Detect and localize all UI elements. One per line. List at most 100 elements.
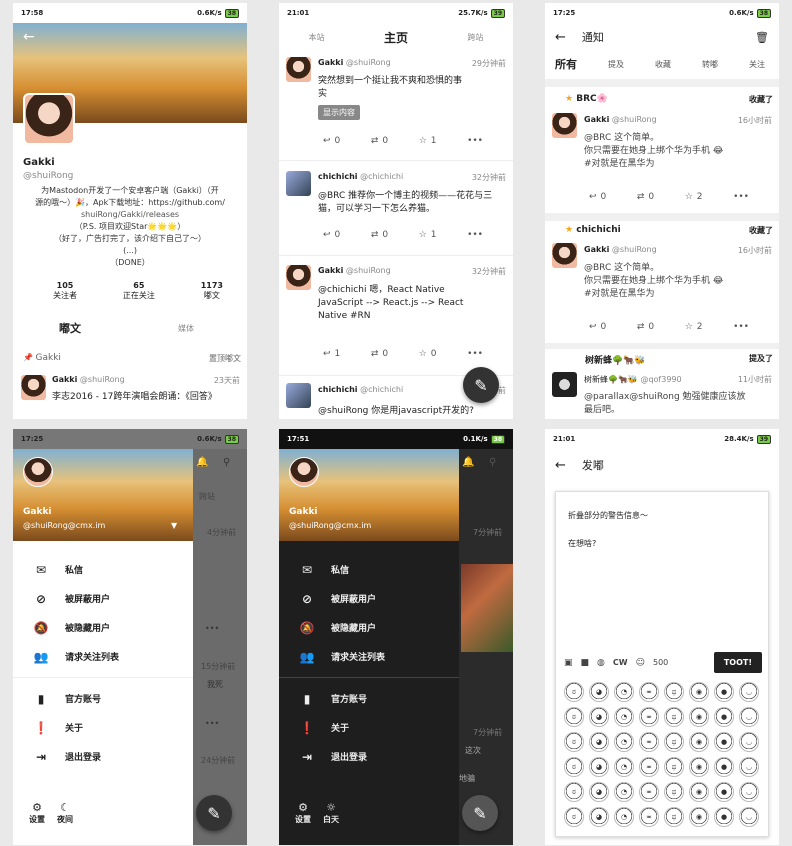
drawer-item-muted[interactable]: 🔕 被隐藏用户 bbox=[279, 613, 459, 642]
bio-line[interactable]: shuiRong/Gakki/releases bbox=[19, 209, 241, 221]
back-arrow-icon[interactable]: ← bbox=[555, 458, 566, 473]
sticker-emoji-icon[interactable]: ◉ bbox=[689, 732, 709, 752]
post-avatar[interactable] bbox=[552, 113, 577, 138]
favourite-button[interactable]: ☆ 1 bbox=[419, 136, 437, 146]
reply-button[interactable]: ↩ 0 bbox=[589, 192, 606, 202]
sticker-emoji-icon[interactable]: ◉ bbox=[689, 707, 709, 727]
sticker-emoji-icon[interactable]: ◔ bbox=[614, 757, 634, 777]
sticker-emoji-icon[interactable]: ◉ bbox=[689, 682, 709, 702]
sticker-emoji-icon[interactable]: ◕ bbox=[589, 682, 609, 702]
boost-button[interactable]: ⇄ 0 bbox=[371, 136, 388, 146]
sticker-emoji-icon[interactable]: ಥ bbox=[664, 757, 684, 777]
reply-button[interactable]: ↩ 1 bbox=[323, 349, 340, 359]
favourite-button[interactable]: ☆ 0 bbox=[419, 349, 437, 359]
tab-federated[interactable]: 跨站 bbox=[467, 32, 483, 43]
drawer-item-muted[interactable]: 🔕 被隐藏用户 bbox=[13, 613, 193, 642]
sticker-emoji-icon[interactable]: ◉ bbox=[689, 757, 709, 777]
drawer-item-follow-requests[interactable]: 👥 请求关注列表 bbox=[279, 642, 459, 671]
sticker-emoji-icon[interactable]: ● bbox=[714, 682, 734, 702]
settings-button[interactable]: ⚙ 设置 bbox=[295, 801, 311, 825]
drawer-item-follow-requests[interactable]: 👥 请求关注列表 bbox=[13, 642, 193, 671]
favourite-button[interactable]: ☆ 2 bbox=[685, 192, 703, 202]
sticker-emoji-icon[interactable]: ಠ bbox=[564, 682, 584, 702]
drawer-item-messages[interactable]: ✉ 私信 bbox=[279, 555, 459, 584]
sticker-emoji-icon[interactable]: ≖ bbox=[639, 782, 659, 802]
tab-home[interactable]: 主页 bbox=[384, 29, 408, 46]
sticker-emoji-icon[interactable]: ಥ bbox=[664, 707, 684, 727]
sticker-emoji-icon[interactable]: ಠ bbox=[564, 807, 584, 827]
show-content-button[interactable]: 显示内容 bbox=[318, 105, 360, 120]
sticker-emoji-icon[interactable]: ● bbox=[714, 707, 734, 727]
sticker-emoji-icon[interactable]: ◔ bbox=[614, 807, 634, 827]
sticker-emoji-icon[interactable]: ಥ bbox=[664, 682, 684, 702]
sticker-emoji-icon[interactable]: ≖ bbox=[639, 707, 659, 727]
boost-button[interactable]: ⇄ 0 bbox=[371, 349, 388, 359]
sticker-emoji-icon[interactable]: ಠ bbox=[564, 782, 584, 802]
sticker-emoji-icon[interactable]: ◉ bbox=[689, 782, 709, 802]
post-avatar[interactable] bbox=[286, 383, 311, 408]
settings-button[interactable]: ⚙ 设置 bbox=[29, 801, 45, 825]
sticker-emoji-icon[interactable]: ಠ bbox=[564, 757, 584, 777]
compose-input[interactable]: 在想啥? bbox=[568, 538, 596, 549]
sticker-emoji-icon[interactable]: ● bbox=[714, 807, 734, 827]
sticker-emoji-icon[interactable]: ◕ bbox=[589, 782, 609, 802]
compose-button[interactable]: ✎ bbox=[462, 795, 498, 831]
boost-button[interactable]: ⇄ 0 bbox=[637, 322, 654, 332]
tab-favourites[interactable]: 收藏 bbox=[655, 59, 671, 70]
reply-button[interactable]: ↩ 0 bbox=[323, 230, 340, 240]
more-icon[interactable]: ••• bbox=[467, 230, 483, 240]
sticker-emoji-icon[interactable]: ◔ bbox=[614, 782, 634, 802]
drawer-item-about[interactable]: ❗ 关于 bbox=[13, 713, 193, 742]
sticker-emoji-icon[interactable]: ● bbox=[714, 782, 734, 802]
sticker-emoji-icon[interactable]: ● bbox=[714, 732, 734, 752]
drawer-item-official[interactable]: ▮ 官方账号 bbox=[13, 684, 193, 713]
avatar[interactable] bbox=[23, 93, 75, 145]
sticker-emoji-icon[interactable]: ≖ bbox=[639, 732, 659, 752]
day-mode-button[interactable]: ☼ 白天 bbox=[323, 801, 339, 825]
toot-button[interactable]: TOOT! bbox=[713, 652, 762, 673]
more-icon[interactable]: ••• bbox=[467, 136, 483, 146]
reply-button[interactable]: ↩ 0 bbox=[589, 322, 606, 332]
drawer-item-logout[interactable]: ⇥ 退出登录 bbox=[279, 742, 459, 771]
avatar[interactable] bbox=[23, 457, 53, 487]
cw-toggle[interactable]: CW bbox=[613, 658, 628, 667]
sticker-emoji-icon[interactable]: ● bbox=[714, 757, 734, 777]
post-avatar[interactable] bbox=[286, 171, 311, 196]
compose-button[interactable]: ✎ bbox=[196, 795, 232, 831]
sticker-emoji-icon[interactable]: ◔ bbox=[614, 707, 634, 727]
image-icon[interactable]: ▣ bbox=[564, 658, 573, 668]
tab-local[interactable]: 本站 bbox=[309, 32, 325, 43]
sticker-emoji-icon[interactable]: ≖ bbox=[639, 682, 659, 702]
post-avatar[interactable] bbox=[286, 265, 311, 290]
more-icon[interactable]: ••• bbox=[733, 322, 749, 332]
tab-toots[interactable]: 嘟文 bbox=[59, 320, 81, 336]
post-avatar[interactable] bbox=[21, 375, 46, 400]
favourite-button[interactable]: ☆ 2 bbox=[685, 322, 703, 332]
tab-all[interactable]: 所有 bbox=[555, 56, 577, 72]
notifier-name[interactable]: chichichi bbox=[576, 225, 620, 235]
emoji-icon[interactable]: ☺ bbox=[636, 658, 645, 668]
tab-follows[interactable]: 关注 bbox=[749, 59, 765, 70]
tab-mentions[interactable]: 提及 bbox=[608, 59, 624, 70]
sticker-emoji-icon[interactable]: ◡ bbox=[739, 782, 759, 802]
post-avatar[interactable] bbox=[286, 57, 311, 82]
sticker-emoji-icon[interactable]: ಥ bbox=[664, 732, 684, 752]
trash-icon[interactable]: 🗑 bbox=[755, 31, 769, 44]
sticker-emoji-icon[interactable]: ◡ bbox=[739, 732, 759, 752]
sticker-emoji-icon[interactable]: ಥ bbox=[664, 807, 684, 827]
sticker-emoji-icon[interactable]: ◡ bbox=[739, 757, 759, 777]
sticker-emoji-icon[interactable]: ◡ bbox=[739, 807, 759, 827]
video-icon[interactable]: ■ bbox=[581, 658, 590, 668]
chevron-down-icon[interactable]: ▼ bbox=[171, 521, 177, 530]
drawer-item-messages[interactable]: ✉ 私信 bbox=[13, 555, 193, 584]
sticker-emoji-icon[interactable]: ≖ bbox=[639, 807, 659, 827]
sticker-emoji-icon[interactable]: ◔ bbox=[614, 682, 634, 702]
drawer-item-blocked[interactable]: ⊘ 被屏蔽用户 bbox=[279, 584, 459, 613]
drawer-item-logout[interactable]: ⇥ 退出登录 bbox=[13, 742, 193, 771]
sticker-emoji-icon[interactable]: ◕ bbox=[589, 707, 609, 727]
sticker-emoji-icon[interactable]: ◔ bbox=[614, 732, 634, 752]
sticker-emoji-icon[interactable]: ◡ bbox=[739, 707, 759, 727]
night-mode-button[interactable]: ☾ 夜间 bbox=[57, 801, 73, 825]
post-avatar[interactable] bbox=[552, 243, 577, 268]
boost-button[interactable]: ⇄ 0 bbox=[371, 230, 388, 240]
